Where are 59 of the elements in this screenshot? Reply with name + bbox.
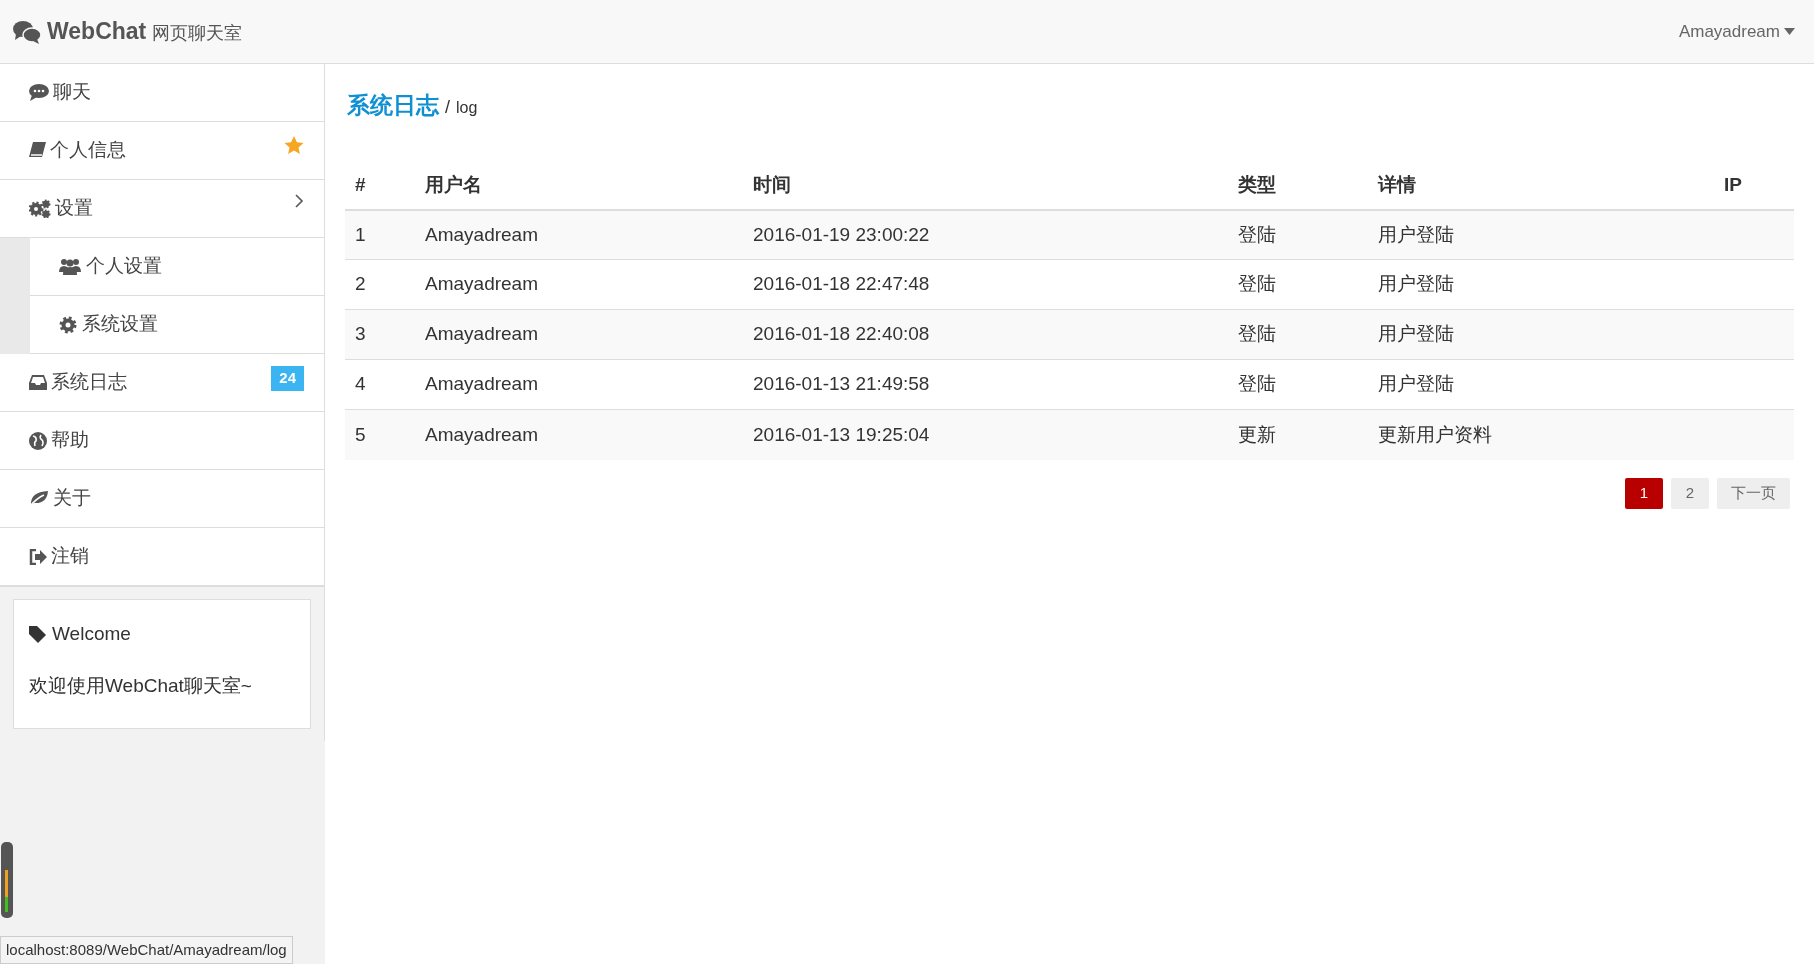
table-cell: 登陆 xyxy=(1228,259,1368,310)
chevron-right-icon xyxy=(295,194,304,208)
brand-name[interactable]: WebChat xyxy=(47,14,147,49)
table-cell: 2016-01-18 22:40:08 xyxy=(743,309,1228,360)
table-cell: 用户登陆 xyxy=(1368,359,1714,410)
book-icon xyxy=(29,142,46,159)
page-button[interactable]: 1 xyxy=(1625,477,1663,509)
table-cell: 更新用户资料 xyxy=(1368,409,1714,460)
column-header: 详情 xyxy=(1368,162,1714,210)
column-header: 用户名 xyxy=(415,162,743,210)
count-badge: 24 xyxy=(271,366,304,391)
table-cell: 登陆 xyxy=(1228,209,1368,260)
page-title: 系统日志 xyxy=(347,91,439,120)
chat-bubbles-icon xyxy=(13,19,41,44)
welcome-title: Welcome xyxy=(52,622,131,646)
globe-icon xyxy=(29,431,47,450)
table-cell: 2 xyxy=(345,259,415,310)
table-cell: Amayadream xyxy=(415,259,743,310)
speech-bubble-icon xyxy=(29,84,49,101)
users-icon xyxy=(59,258,81,275)
table-cell: 2016-01-18 22:47:48 xyxy=(743,259,1228,310)
status-bar-url: localhost:8089/WebChat/Amayadream/log xyxy=(0,935,293,964)
table-cell: 5 xyxy=(345,409,415,460)
table-cell: 用户登陆 xyxy=(1368,309,1714,360)
table-cell: 2016-01-13 19:25:04 xyxy=(743,409,1228,460)
welcome-text: 欢迎使用WebChat聊天室~ xyxy=(29,673,253,698)
table-cell: Amayadream xyxy=(415,409,743,460)
inbox-icon xyxy=(29,375,47,390)
leaf-icon xyxy=(29,490,49,507)
table-cell: 1 xyxy=(345,209,415,260)
gear-icon xyxy=(59,315,77,334)
gears-icon xyxy=(29,199,51,218)
page-subtitle: log xyxy=(456,98,478,118)
title-separator: / xyxy=(445,96,450,119)
column-header: 时间 xyxy=(743,162,1228,210)
user-menu[interactable]: Amayadream xyxy=(1678,18,1801,45)
table-cell: 用户登陆 xyxy=(1368,259,1714,310)
table-cell: Amayadream xyxy=(415,359,743,410)
column-header: # xyxy=(345,162,415,210)
table-cell: 登陆 xyxy=(1228,359,1368,410)
column-header: IP xyxy=(1714,162,1794,210)
table-cell: Amayadream xyxy=(415,309,743,360)
submenu-item[interactable]: 系统设置 xyxy=(30,296,324,354)
sign-out-icon xyxy=(29,548,47,565)
table-cell: 2016-01-19 23:00:22 xyxy=(743,209,1228,260)
caret-icon xyxy=(1784,28,1795,35)
table-cell: 更新 xyxy=(1228,409,1368,460)
brand-subtitle: 网页聊天室 xyxy=(152,22,243,45)
table-cell: 3 xyxy=(345,309,415,360)
table-cell: 登陆 xyxy=(1228,309,1368,360)
submenu-item[interactable]: 个人设置 xyxy=(30,238,324,296)
table-cell: 2016-01-13 21:49:58 xyxy=(743,359,1228,410)
page-button[interactable]: 2 xyxy=(1671,477,1709,509)
table-cell: Amayadream xyxy=(415,209,743,260)
column-header: 类型 xyxy=(1228,162,1368,210)
tag-icon xyxy=(29,625,46,643)
table-cell: 4 xyxy=(345,359,415,410)
table-cell: 用户登陆 xyxy=(1368,209,1714,260)
page-button[interactable]: 下一页 xyxy=(1717,477,1790,509)
